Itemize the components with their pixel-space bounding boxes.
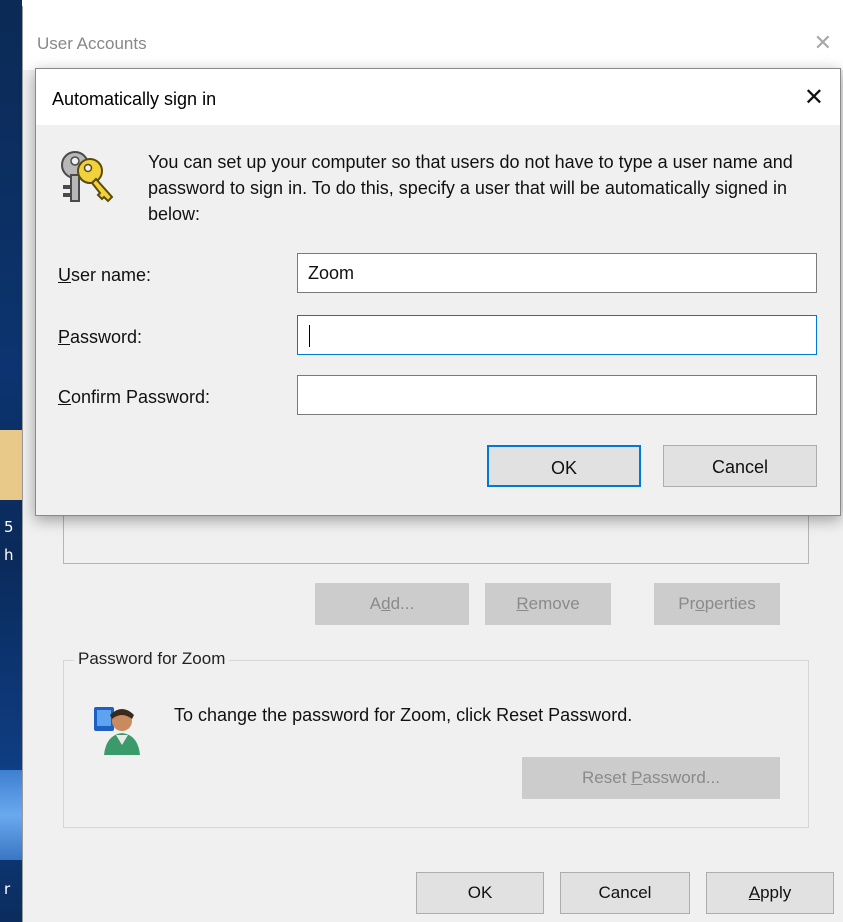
label-text: ser name:	[71, 265, 152, 285]
accelerator-key: P	[58, 327, 71, 347]
password-group: Password for Zoom To change the password…	[63, 649, 809, 828]
user-accounts-titlebar[interactable]: User Accounts ✕	[23, 6, 843, 70]
button-label: perties	[704, 594, 756, 613]
button-label: Pr	[678, 594, 696, 613]
ok-button[interactable]: OK	[416, 872, 544, 914]
accelerator-key: P	[631, 768, 643, 787]
button-label: assword...	[642, 768, 720, 787]
reset-password-button: Reset Password...	[522, 757, 780, 799]
confirm-password-label: Confirm Password:	[58, 387, 210, 408]
desktop-edge-text: h	[4, 546, 14, 564]
user-account-icon	[94, 707, 140, 755]
accelerator-key: A	[748, 883, 761, 902]
label-text: assword:	[70, 327, 143, 347]
button-label: A	[369, 594, 382, 613]
password-label: Password:	[58, 327, 142, 348]
username-input[interactable]	[297, 253, 817, 293]
close-icon[interactable]: ✕	[814, 30, 832, 56]
accelerator-key: C	[58, 387, 71, 407]
dialog-titlebar[interactable]: Automatically sign in ✕	[36, 69, 840, 125]
apply-button[interactable]: Apply	[706, 872, 834, 914]
remove-button: Remove	[485, 583, 611, 625]
cancel-button[interactable]: Cancel	[663, 445, 817, 487]
accelerator-key: o	[695, 594, 705, 613]
password-help-text: To change the password for Zoom, click R…	[174, 705, 633, 725]
label-text: onfirm Password:	[71, 387, 211, 407]
add-button: Add...	[315, 583, 469, 625]
desktop-edge-text: 5	[4, 518, 14, 536]
password-input[interactable]	[297, 315, 817, 355]
button-label: d...	[390, 594, 415, 613]
dialog-info-text: You can set up your computer so that use…	[148, 152, 793, 224]
confirm-password-input[interactable]	[297, 375, 817, 415]
button-label: Reset	[582, 768, 632, 787]
ok-button[interactable]: OK	[487, 445, 641, 487]
window-title: User Accounts	[37, 34, 147, 53]
username-label: User name:	[58, 265, 151, 286]
desktop-highlight	[0, 430, 22, 500]
properties-button: Properties	[654, 583, 780, 625]
accelerator-key: d	[381, 594, 391, 613]
close-icon[interactable]: ✕	[804, 83, 824, 112]
button-label: emove	[528, 594, 580, 613]
desktop-edge-text: r	[4, 880, 11, 898]
dialog-title: Automatically sign in	[52, 89, 217, 109]
button-label: pply	[760, 883, 792, 902]
text-caret	[309, 325, 310, 347]
keys-icon	[61, 151, 114, 203]
desktop-highlight-lower	[0, 770, 22, 860]
auto-sign-in-dialog: Automatically sign in ✕ You can set up y…	[35, 68, 841, 516]
cancel-button[interactable]: Cancel	[560, 872, 690, 914]
accelerator-key: R	[516, 594, 529, 613]
group-label: Password for Zoom	[74, 649, 230, 669]
desktop-background: 5 h r	[0, 0, 22, 922]
accelerator-key: U	[58, 265, 71, 285]
